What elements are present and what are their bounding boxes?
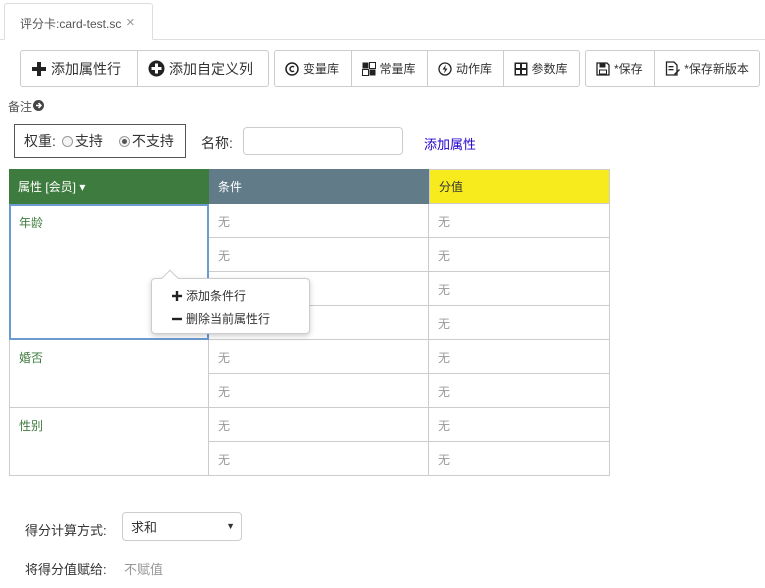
name-label: 名称: — [201, 135, 233, 151]
file-edit-icon — [665, 61, 681, 76]
weight-not-support-label: 不支持 — [131, 133, 174, 149]
caret-down-icon: ▼ — [226, 521, 235, 531]
tab-card-test[interactable]: 评分卡:card-test.sc × — [4, 3, 153, 40]
cond-cell[interactable]: 无 — [209, 442, 429, 476]
arrow-circle-right-icon — [33, 99, 45, 114]
copyright-icon — [285, 61, 299, 76]
radio-checked-icon — [118, 135, 130, 147]
save-button[interactable]: *保存 — [586, 51, 656, 86]
score-value: 无 — [438, 351, 451, 365]
cond-cell[interactable]: 无 — [209, 204, 429, 238]
calc-method-select[interactable]: 求和 ▼ — [122, 512, 242, 541]
tab-label: 评分卡:card-test.sc — [20, 17, 122, 31]
weight-not-support-radio[interactable]: 不支持 — [118, 131, 174, 151]
cond-cell[interactable]: 无 — [209, 238, 429, 272]
name-input[interactable] — [243, 127, 403, 155]
plus-circle-icon — [148, 60, 165, 77]
weight-support-label: 支持 — [74, 133, 103, 149]
cond-cell[interactable]: 无 — [209, 340, 429, 374]
weight-group: 权重: 支持 不支持 — [14, 124, 186, 158]
th-large-icon — [514, 62, 528, 76]
cond-cell[interactable]: 无 — [209, 408, 429, 442]
assign-value[interactable]: 不赋值 — [124, 559, 163, 578]
score-cell[interactable]: 无 — [429, 374, 610, 408]
add-cond-row-menu-item[interactable]: 添加条件行 — [172, 287, 246, 304]
add-custom-col-label: 添加自定义列 — [169, 60, 253, 77]
toolbar-group-save: *保存 *保存新版本 — [585, 50, 760, 87]
score-cell[interactable]: 无 — [429, 442, 610, 476]
tab-bar: 评分卡:card-test.sc × — [0, 0, 765, 40]
attr-header-label: 属性 [会员] ▾ — [18, 180, 86, 194]
score-value: 无 — [438, 453, 451, 467]
cond-value: 无 — [218, 385, 231, 399]
const-lib-label: 常量库 — [379, 62, 416, 76]
plus-icon — [31, 61, 47, 77]
add-custom-col-button[interactable]: 添加自定义列 — [138, 51, 268, 86]
add-cond-row-label: 添加条件行 — [186, 289, 247, 303]
save-new-version-button[interactable]: *保存新版本 — [655, 51, 759, 86]
minus-icon — [172, 311, 182, 327]
const-lib-button[interactable]: 常量库 — [352, 51, 428, 86]
score-value: 无 — [438, 283, 451, 297]
score-value: 无 — [438, 385, 451, 399]
score-header-label: 分值 — [439, 180, 464, 194]
score-cell[interactable]: 无 — [429, 306, 610, 340]
save-new-version-label: *保存新版本 — [684, 62, 749, 76]
score-cell[interactable]: 无 — [429, 238, 610, 272]
add-attr-row-label: 添加属性行 — [51, 60, 121, 77]
param-lib-label: 参数库 — [531, 62, 568, 76]
assign-label: 将得分值赋给: — [25, 562, 107, 577]
add-attr-link[interactable]: 添加属性 — [424, 134, 476, 153]
score-cell[interactable]: 无 — [429, 272, 610, 306]
cond-value: 无 — [218, 249, 231, 263]
attr-label: 性别 — [19, 419, 44, 433]
note-label: 备注 — [8, 100, 33, 114]
close-icon[interactable]: × — [126, 15, 135, 30]
delete-attr-row-label: 删除当前属性行 — [186, 312, 271, 326]
weight-support-radio[interactable]: 支持 — [61, 131, 103, 151]
cond-header-label: 条件 — [218, 180, 243, 194]
radio-unchecked-icon — [61, 135, 73, 147]
weight-label: 权重: — [24, 133, 56, 149]
var-lib-label: 变量库 — [303, 62, 340, 76]
attr-label: 年龄 — [19, 216, 44, 230]
plus-icon — [172, 288, 182, 304]
calc-method-label: 得分计算方式: — [25, 523, 107, 538]
tiles-icon — [361, 61, 376, 76]
cond-column-header: 条件 — [209, 169, 429, 204]
attr-cell[interactable]: 婚否 — [9, 340, 209, 408]
cond-value: 无 — [218, 215, 231, 229]
cond-value: 无 — [218, 419, 231, 433]
action-lib-button[interactable]: 动作库 — [428, 51, 504, 86]
score-value: 无 — [438, 317, 451, 331]
score-cell[interactable]: 无 — [429, 204, 610, 238]
score-cell[interactable]: 无 — [429, 408, 610, 442]
score-value: 无 — [438, 249, 451, 263]
context-menu: 添加条件行 删除当前属性行 — [151, 269, 310, 334]
attr-cell[interactable]: 性别 — [9, 408, 209, 476]
score-value: 无 — [438, 419, 451, 433]
score-cell[interactable]: 无 — [429, 340, 610, 374]
toolbar-group-libs: 变量库 常量库 动作库 参数库 — [274, 50, 580, 87]
save-label: *保存 — [614, 62, 643, 76]
param-lib-button[interactable]: 参数库 — [504, 51, 580, 86]
flash-icon — [438, 61, 452, 76]
calc-method-value: 求和 — [131, 520, 158, 535]
cond-value: 无 — [218, 453, 231, 467]
add-attr-row-button[interactable]: 添加属性行 — [21, 51, 138, 86]
score-column-header: 分值 — [429, 169, 610, 204]
cond-value: 无 — [218, 351, 231, 365]
toolbar-group-add: 添加属性行 添加自定义列 — [20, 50, 269, 87]
action-lib-label: 动作库 — [456, 62, 493, 76]
attr-label: 婚否 — [19, 351, 44, 365]
cond-cell[interactable]: 无 — [209, 374, 429, 408]
note-toggle[interactable]: 备注 — [8, 98, 45, 115]
score-value: 无 — [438, 215, 451, 229]
floppy-disk-icon — [596, 61, 610, 76]
var-lib-button[interactable]: 变量库 — [275, 51, 352, 86]
delete-attr-row-menu-item[interactable]: 删除当前属性行 — [172, 310, 270, 327]
attr-column-header[interactable]: 属性 [会员] ▾ — [9, 169, 209, 204]
